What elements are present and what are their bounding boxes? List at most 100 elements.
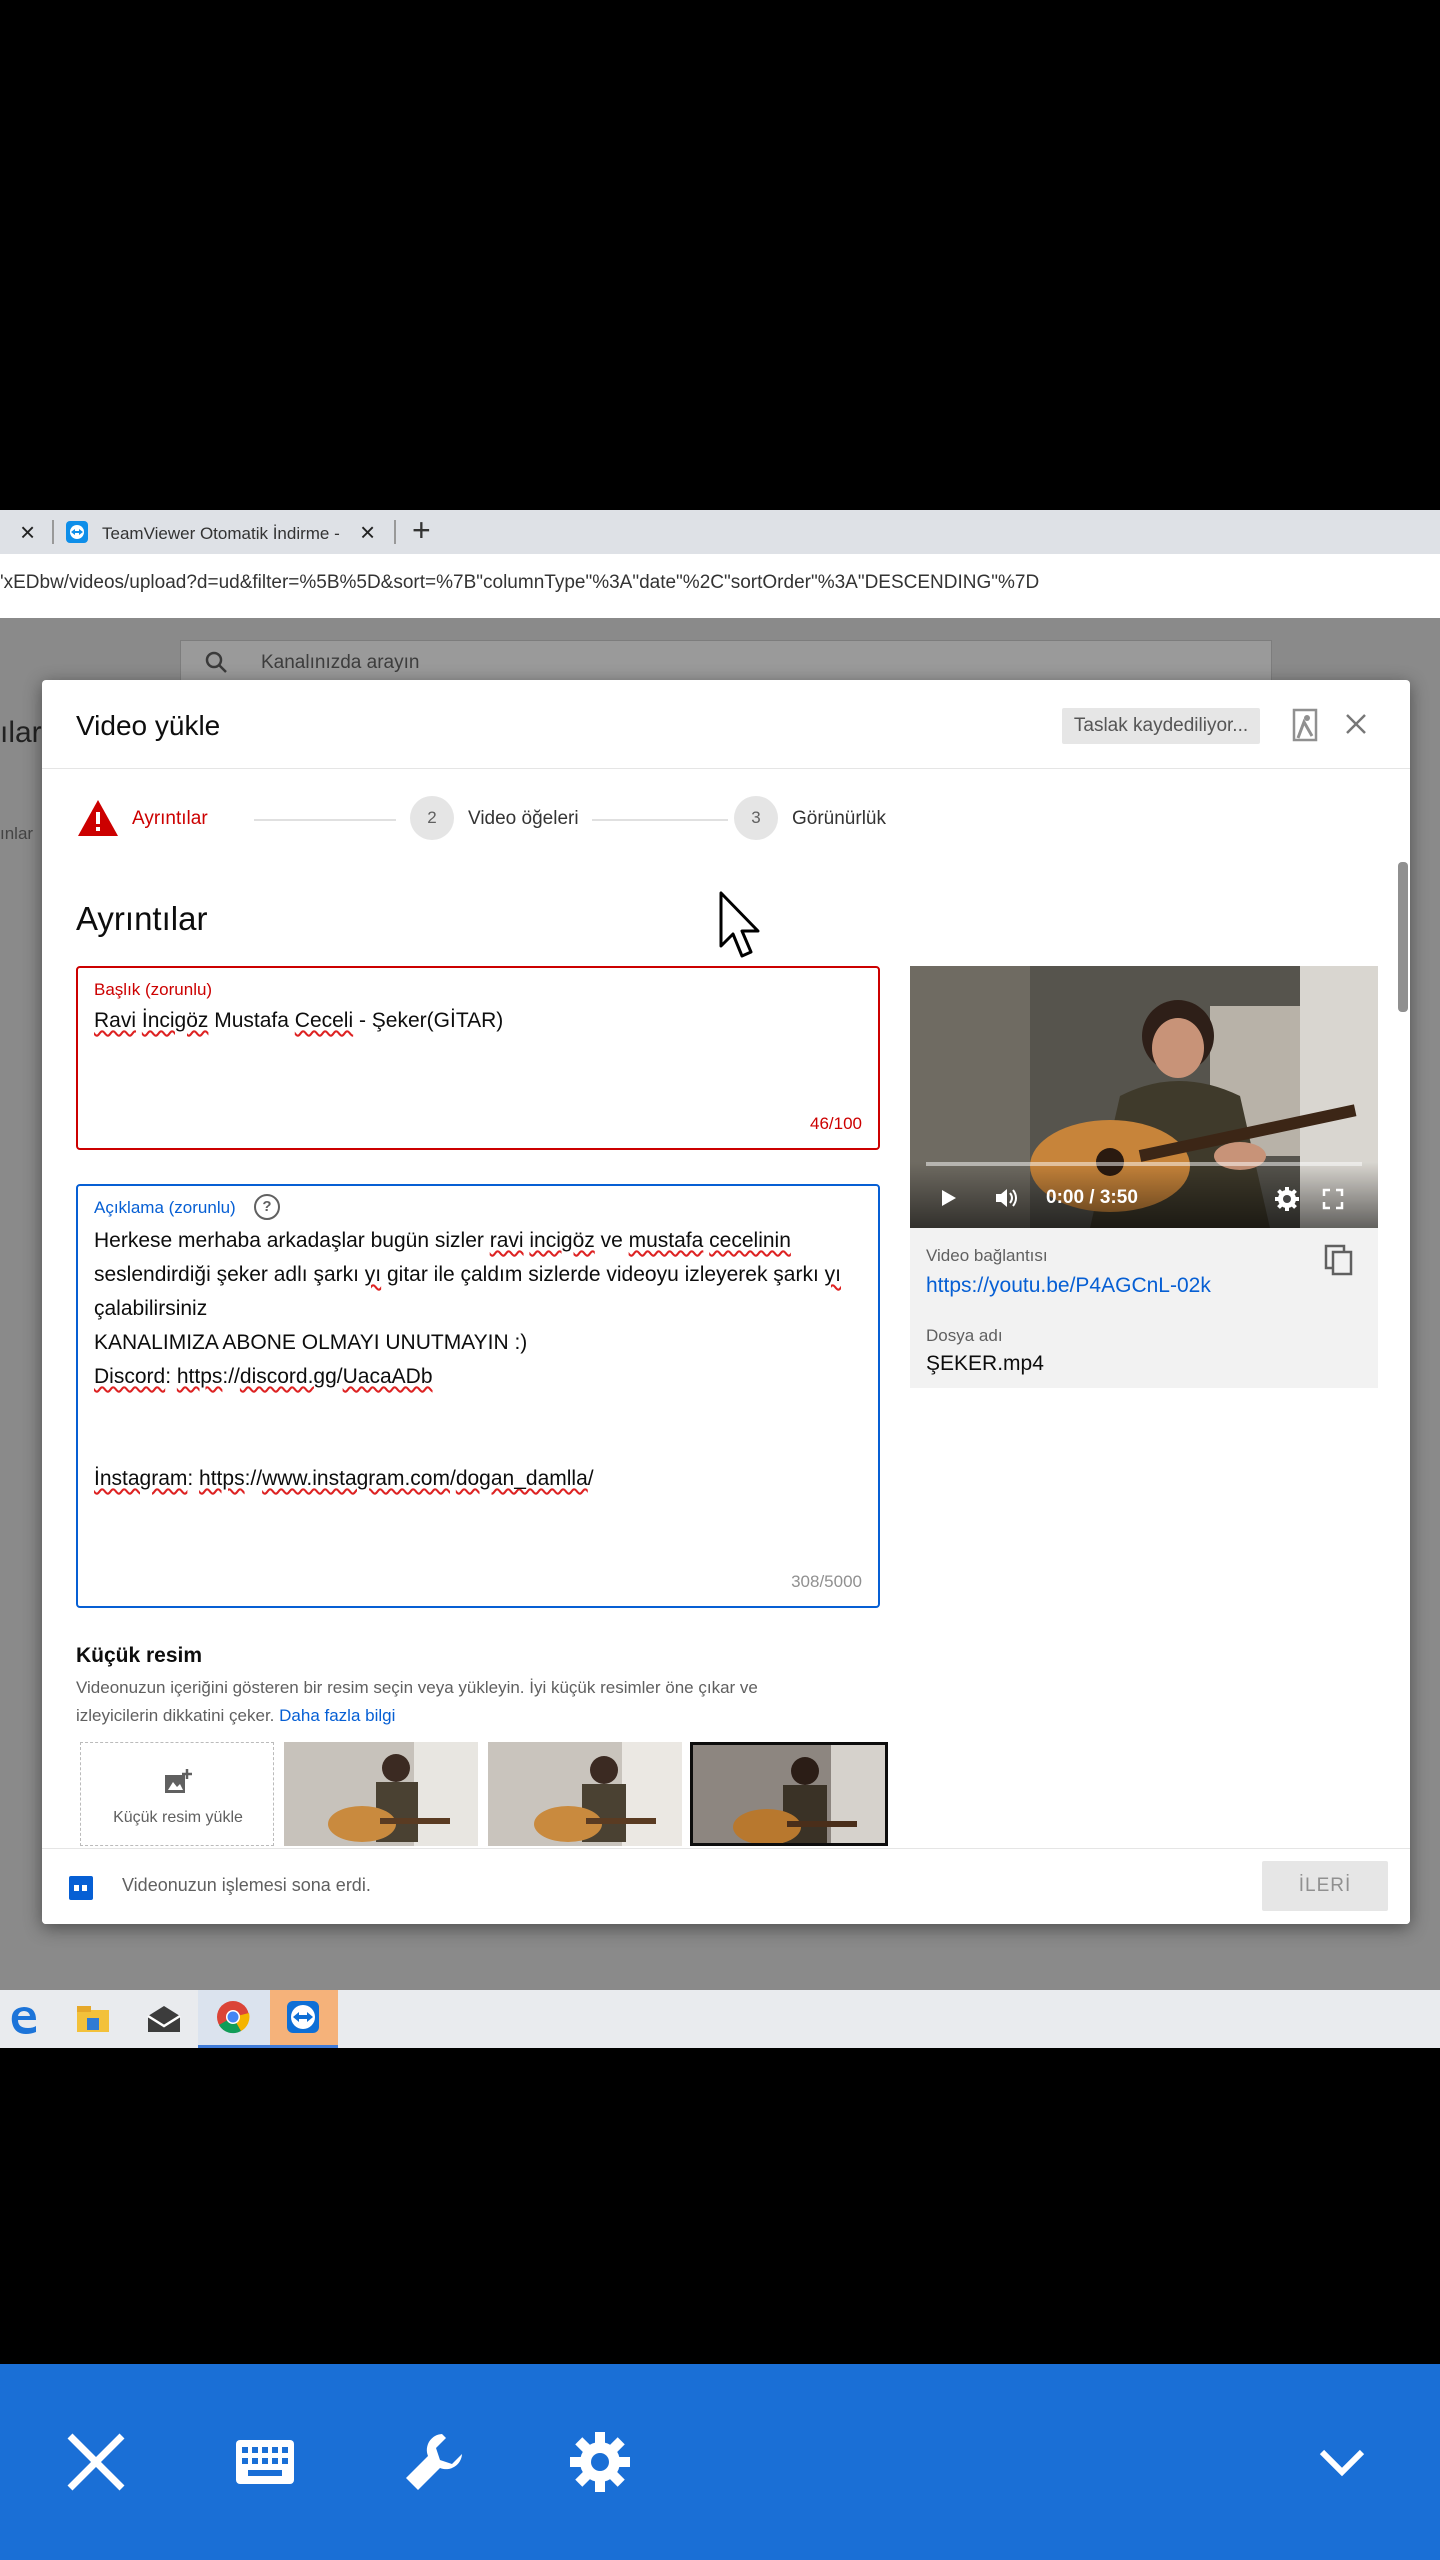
- dialog-footer: Videonuzun işlemesi sona erdi. İLERİ: [42, 1848, 1410, 1924]
- title-field-label: Başlık (zorunlu): [94, 980, 213, 999]
- mouse-cursor-icon: [718, 890, 766, 967]
- upload-dialog: Video yükle Taslak kaydediliyor... Ayrın…: [42, 680, 1410, 1924]
- help-icon[interactable]: ?: [254, 1194, 280, 1220]
- volume-icon[interactable]: [994, 1186, 1020, 1215]
- tab-title: TeamViewer Otomatik İndirme -: [102, 524, 340, 543]
- step-label-video-elements[interactable]: Video öğeleri: [468, 808, 579, 830]
- description-word: https: [176, 1365, 223, 1388]
- description-text: ve: [594, 1229, 629, 1252]
- video-info-panel: Video bağlantısı https://youtu.be/P4AGCn…: [910, 1228, 1378, 1388]
- browser-tab-strip: × TeamViewer Otomatik İndirme - × +: [0, 510, 1440, 554]
- wrench-icon[interactable]: [402, 2430, 466, 2499]
- title-word: İncigöz: [141, 1009, 209, 1032]
- progress-bar[interactable]: [926, 1162, 1362, 1166]
- description-word: Discord: [94, 1365, 166, 1388]
- title-field-value[interactable]: Ravi İncigöz Mustafa Ceceli - Şeker(GİTA…: [94, 1004, 503, 1038]
- thumbnail-description-text: izleyicilerin dikkatini çeker.: [76, 1706, 275, 1725]
- description-text: :: [187, 1467, 200, 1490]
- step-connector: [254, 819, 396, 821]
- thumbnail-title: Küçük resim: [76, 1644, 203, 1667]
- learn-more-link[interactable]: Daha fazla bilgi: [279, 1706, 395, 1725]
- video-preview[interactable]: 0:00 / 3:50: [910, 966, 1378, 1228]
- mail-icon[interactable]: [146, 2004, 182, 2039]
- description-word: mustafa: [628, 1229, 704, 1252]
- thumbnail-description: Videonuzun içeriğini gösteren bir resim …: [76, 1678, 758, 1697]
- play-icon[interactable]: [940, 1188, 958, 1213]
- thumbnail-description-line2: izleyicilerin dikkatini çeker. Daha fazl…: [76, 1706, 395, 1726]
- address-bar[interactable]: 'xEDbw/videos/upload?d=ud&filter=%5B%5D&…: [0, 554, 1440, 619]
- chrome-icon: [216, 2000, 250, 2039]
- step-label-details[interactable]: Ayrıntılar: [132, 808, 208, 830]
- description-line: seslendirdiği şeker adlı şarkı yı gitar …: [94, 1258, 841, 1292]
- file-explorer-icon[interactable]: [76, 2004, 110, 2039]
- thumbnail-upload-button[interactable]: Küçük resim yükle: [80, 1742, 274, 1846]
- sidebar-fragment: ılar: [0, 716, 42, 749]
- search-placeholder: Kanalınızda arayın: [261, 652, 420, 673]
- description-field[interactable]: Açıklama (zorunlu) ? Herkese merhaba ark…: [76, 1184, 880, 1608]
- teamviewer-favicon-icon: [66, 521, 88, 543]
- title-word: Ceceli: [294, 1009, 354, 1032]
- description-field-label: Açıklama (zorunlu): [94, 1198, 236, 1217]
- description-word: discord.gg: [239, 1365, 337, 1388]
- description-word: www.instagram.com: [262, 1467, 450, 1490]
- sidebar-text: ınlar: [0, 824, 34, 843]
- description-text: gitar ile çaldım sizlerde videoyu izleye…: [381, 1263, 825, 1286]
- edge-icon[interactable]: [6, 2002, 40, 2041]
- title-word: Ravi: [94, 1009, 137, 1032]
- title-text: Mustafa: [208, 1009, 295, 1032]
- windows-taskbar: [0, 1990, 1440, 2048]
- title-field[interactable]: Başlık (zorunlu) Ravi İncigöz Mustafa Ce…: [76, 966, 880, 1150]
- keyboard-icon[interactable]: [234, 2438, 296, 2491]
- description-word: yı: [364, 1263, 382, 1286]
- url-text[interactable]: 'xEDbw/videos/upload?d=ud&filter=%5B%5D&…: [0, 572, 1039, 594]
- teamviewer-icon: [286, 2000, 320, 2039]
- settings-icon[interactable]: [1274, 1186, 1300, 1217]
- tab-close-icon[interactable]: ×: [360, 517, 375, 548]
- close-dialog-icon[interactable]: [1342, 710, 1370, 743]
- video-link-label: Video bağlantısı: [926, 1246, 1048, 1265]
- tab-divider: [394, 520, 396, 544]
- title-text: - Şeker(GİTAR): [353, 1009, 504, 1032]
- thumbnail-option[interactable]: [284, 1742, 478, 1846]
- warning-icon: [76, 798, 120, 843]
- fullscreen-icon[interactable]: [1322, 1188, 1344, 1215]
- add-photo-icon: [163, 1767, 193, 1802]
- teamviewer-taskbar-item[interactable]: [270, 1990, 338, 2048]
- video-link[interactable]: https://youtu.be/P4AGCnL-02k: [926, 1274, 1211, 1298]
- close-icon[interactable]: [64, 2430, 128, 2499]
- description-word: yı: [824, 1263, 841, 1286]
- step-number-3[interactable]: 3: [734, 796, 778, 840]
- dialog-scrollbar-thumb[interactable]: [1398, 862, 1408, 1012]
- tab-close-icon[interactable]: ×: [20, 517, 35, 548]
- description-text: /: [587, 1467, 594, 1490]
- upload-stepper: Ayrıntılar 2 Video öğeleri 3 Görünürlük: [76, 796, 1076, 844]
- chrome-taskbar-item[interactable]: [198, 1990, 270, 2048]
- player-controls: [910, 1162, 1378, 1228]
- step-label-visibility[interactable]: Görünürlük: [792, 808, 886, 830]
- section-title: Ayrıntılar: [76, 900, 208, 937]
- gear-icon[interactable]: [568, 2430, 632, 2499]
- description-line: Herkese merhaba arkadaşlar bugün sizler …: [94, 1224, 791, 1258]
- thumbnail-option-selected[interactable]: [690, 1742, 888, 1846]
- header-divider: [42, 768, 1410, 769]
- processing-status-icon: [68, 1875, 94, 1906]
- feedback-icon[interactable]: [1290, 706, 1320, 751]
- description-text: ://: [244, 1467, 263, 1490]
- description-word: İnstagram: [94, 1467, 188, 1490]
- channel-search-box[interactable]: Kanalınızda arayın: [180, 640, 1272, 684]
- sidebar-text: ılar: [0, 716, 42, 749]
- new-tab-button[interactable]: +: [412, 512, 431, 549]
- thumbnail-option[interactable]: [488, 1742, 682, 1846]
- next-button[interactable]: İLERİ: [1262, 1861, 1388, 1911]
- chevron-down-icon[interactable]: [1318, 2448, 1366, 2483]
- copy-icon[interactable]: [1324, 1244, 1354, 1281]
- teamviewer-toolbar: [0, 2364, 1440, 2560]
- tab-teamviewer[interactable]: TeamViewer Otomatik İndirme - ×: [56, 514, 392, 554]
- description-word: ravi: [489, 1229, 524, 1252]
- step-number-2[interactable]: 2: [410, 796, 454, 840]
- step-connector: [592, 819, 728, 821]
- description-text: seslendirdiği şeker adlı şarkı: [94, 1263, 365, 1286]
- description-counter: 308/5000: [791, 1572, 862, 1591]
- description-word: UacaADb: [342, 1365, 433, 1388]
- video-time: 0:00 / 3:50: [1046, 1187, 1138, 1208]
